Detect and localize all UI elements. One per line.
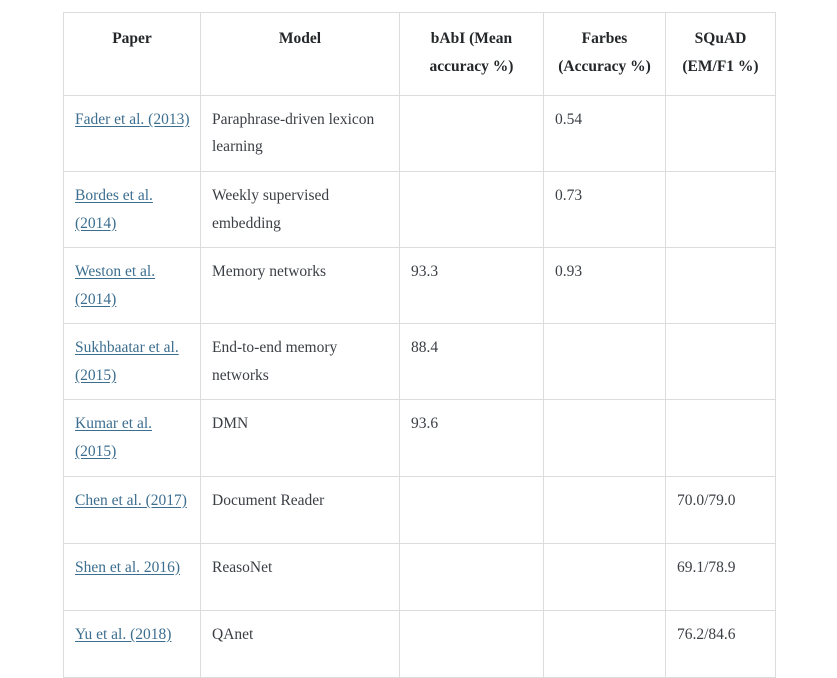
cell-squad (665, 247, 776, 325)
table-row: Weston et al. (2014) Memory networks 93.… (63, 247, 776, 325)
cell-farbes: 0.93 (543, 247, 666, 325)
cell-paper: Chen et al. (2017) (63, 475, 201, 544)
table-row: Sukhbaatar et al. (2015) End-to-end memo… (63, 323, 776, 401)
cell-babi (399, 609, 544, 678)
cell-babi: 93.6 (399, 399, 544, 477)
cell-paper: Shen et al. 2016) (63, 542, 201, 611)
table-header: Paper Model bAbI (Mean accuracy %) Farbe… (63, 12, 776, 96)
cell-model: Weekly supervised embedding (200, 170, 400, 249)
cell-babi (399, 475, 544, 544)
table-row: Kumar et al. (2015) DMN 93.6 (63, 399, 776, 477)
table-body: Fader et al. (2013) Paraphrase-driven le… (63, 94, 776, 678)
column-header-squad: SQuAD (EM/F1 %) (665, 12, 776, 96)
table-row: Bordes et al. (2014) Weekly supervised e… (63, 170, 776, 249)
cell-model: Document Reader (200, 475, 400, 544)
cell-babi (399, 94, 544, 172)
cell-model: DMN (200, 399, 400, 477)
column-header-paper: Paper (63, 12, 201, 96)
paper-link[interactable]: Fader et al. (2013) (75, 111, 190, 128)
cell-farbes: 0.73 (543, 170, 666, 249)
cell-farbes (543, 399, 666, 477)
cell-babi (399, 170, 544, 249)
paper-link[interactable]: Shen et al. 2016) (75, 559, 180, 576)
table-row: Fader et al. (2013) Paraphrase-driven le… (63, 94, 776, 172)
paper-link[interactable]: Weston et al. (2014) (75, 263, 155, 308)
cell-farbes (543, 609, 666, 678)
cell-squad (665, 170, 776, 249)
cell-squad: 76.2/84.6 (665, 609, 776, 678)
cell-model: End-to-end memory networks (200, 323, 400, 401)
cell-paper: Kumar et al. (2015) (63, 399, 201, 477)
cell-paper: Yu et al. (2018) (63, 609, 201, 678)
cell-squad: 70.0/79.0 (665, 475, 776, 544)
paper-link[interactable]: Sukhbaatar et al. (2015) (75, 339, 179, 384)
table-row: Chen et al. (2017) Document Reader 70.0/… (63, 475, 776, 544)
table-row: Shen et al. 2016) ReasoNet 69.1/78.9 (63, 542, 776, 611)
page-root: Paper Model bAbI (Mean accuracy %) Farbe… (0, 0, 837, 678)
paper-comparison-table: Paper Model bAbI (Mean accuracy %) Farbe… (63, 12, 776, 678)
table-container: Paper Model bAbI (Mean accuracy %) Farbe… (63, 12, 776, 678)
cell-model: QAnet (200, 609, 400, 678)
cell-squad (665, 399, 776, 477)
cell-babi: 88.4 (399, 323, 544, 401)
cell-model: Paraphrase-driven lexicon learning (200, 94, 400, 172)
paper-link[interactable]: Yu et al. (2018) (75, 626, 171, 643)
table-header-row: Paper Model bAbI (Mean accuracy %) Farbe… (63, 12, 776, 96)
cell-farbes (543, 542, 666, 611)
column-header-model: Model (200, 12, 400, 96)
column-header-farbes: Farbes (Accuracy %) (543, 12, 666, 96)
cell-farbes (543, 475, 666, 544)
cell-farbes: 0.54 (543, 94, 666, 172)
cell-squad: 69.1/78.9 (665, 542, 776, 611)
cell-squad (665, 323, 776, 401)
cell-squad (665, 94, 776, 172)
paper-link[interactable]: Kumar et al. (2015) (75, 415, 152, 460)
table-row: Yu et al. (2018) QAnet 76.2/84.6 (63, 609, 776, 678)
column-header-babi: bAbI (Mean accuracy %) (399, 12, 544, 96)
cell-babi (399, 542, 544, 611)
cell-model: ReasoNet (200, 542, 400, 611)
cell-paper: Bordes et al. (2014) (63, 170, 201, 249)
cell-farbes (543, 323, 666, 401)
paper-link[interactable]: Chen et al. (2017) (75, 492, 187, 509)
cell-paper: Fader et al. (2013) (63, 94, 201, 172)
cell-model: Memory networks (200, 247, 400, 325)
cell-paper: Weston et al. (2014) (63, 247, 201, 325)
paper-link[interactable]: Bordes et al. (2014) (75, 187, 153, 232)
cell-paper: Sukhbaatar et al. (2015) (63, 323, 201, 401)
cell-babi: 93.3 (399, 247, 544, 325)
